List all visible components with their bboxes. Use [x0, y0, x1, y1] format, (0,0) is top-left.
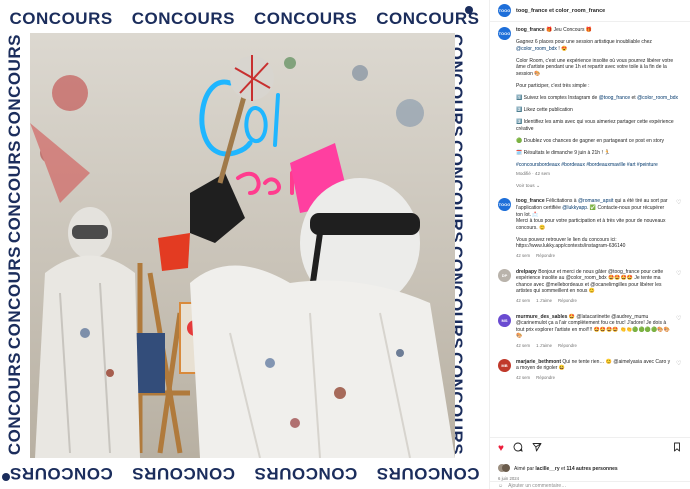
- caption-step: 3️⃣ Identifiez les amis avec qui vous ai…: [516, 119, 674, 132]
- reply-button[interactable]: Répondre: [558, 298, 577, 305]
- share-icon[interactable]: [532, 442, 542, 455]
- caption-step: 1️⃣ Suivez les comptes Instagram de @too…: [516, 95, 682, 102]
- mention-link[interactable]: @color_room_bdx: [516, 46, 557, 52]
- post-caption: TOOG toog_france 🎁 Jeu Concours 🎁 Gagnez…: [498, 27, 682, 177]
- banner-word: CONCOURS: [5, 139, 24, 243]
- corner-dot: [465, 6, 473, 14]
- caption-hashtags[interactable]: #concoursbordeaux #bordeaux #bordeauxmav…: [516, 162, 682, 169]
- banner-word: CONCOURS: [5, 33, 24, 137]
- post-action-bar: ♥: [490, 437, 690, 459]
- caption-text: Gagnez 6 places pour une session artisti…: [516, 39, 652, 46]
- heart-outline-icon[interactable]: ♡: [676, 200, 682, 206]
- comment-likes[interactable]: 1 J'aime: [536, 343, 552, 350]
- concours-banner-bottom: CONCOURS CONCOURS CONCOURS CONCOURS: [0, 457, 489, 489]
- reply-button[interactable]: Répondre: [558, 343, 577, 350]
- banner-word: CONCOURS: [376, 464, 480, 483]
- caption-paragraph: Gagnez 6 places pour une session artisti…: [516, 39, 682, 52]
- mention-link[interactable]: @color_room_bdx: [637, 95, 678, 101]
- comment-time: 42 sem: [516, 298, 531, 304]
- add-comment-bar: ☺ Ajouter un commentaire…: [490, 481, 690, 489]
- banner-word: CONCOURS: [5, 352, 24, 456]
- comment-likes[interactable]: 1 J'aime: [536, 298, 552, 305]
- liker-avatars: [498, 464, 510, 474]
- comment-username[interactable]: drelpapy: [516, 269, 537, 275]
- banner-word: CONCOURS: [254, 9, 358, 28]
- likes-text: et: [559, 466, 567, 472]
- comment-text: Félicitations à: [546, 198, 578, 205]
- avatar[interactable]: TOOG: [498, 198, 511, 212]
- avatar[interactable]: TOOG: [498, 27, 511, 40]
- comment: MB marjarie_bethmont Qui ne tente rien… …: [498, 358, 682, 382]
- banner-word: CONCOURS: [9, 464, 113, 483]
- post-authors[interactable]: toog_france et color_room_france: [516, 8, 605, 14]
- comment-username[interactable]: marjarie_bethmont: [516, 359, 561, 365]
- heart-outline-icon[interactable]: ♡: [676, 316, 682, 322]
- emoji-icon[interactable]: ☺: [498, 483, 503, 489]
- caption-headline: 🎁 Jeu Concours 🎁: [546, 27, 593, 33]
- post-media[interactable]: CONCOURS CONCOURS CONCOURS CONCOURS CONC…: [0, 0, 489, 489]
- heart-outline-icon[interactable]: ♡: [676, 271, 682, 277]
- avatar[interactable]: DP: [498, 268, 511, 282]
- banner-word: CONCOURS: [9, 9, 113, 28]
- see-all-translations-link[interactable]: Voir tous ⌄: [516, 184, 682, 189]
- bookmark-icon[interactable]: [672, 442, 682, 455]
- likes-count[interactable]: 114 autres personnes: [567, 466, 618, 472]
- likes-summary[interactable]: Aimé par lacille__ry et 114 autres perso…: [490, 464, 690, 474]
- banner-word: CONCOURS: [131, 9, 235, 28]
- comment: MS murmure_des_sables 🤩 @latacariinette …: [498, 313, 682, 350]
- comments-scroll-area[interactable]: TOOG toog_france 🎁 Jeu Concours 🎁 Gagnez…: [490, 23, 690, 437]
- corner-dot: [2, 473, 10, 481]
- avatar[interactable]: MB: [498, 358, 511, 372]
- caption-text: ! 😍: [556, 45, 568, 52]
- post-side-panel: TOOG toog_france et color_room_france TO…: [489, 0, 690, 489]
- comment-username[interactable]: toog_france: [516, 198, 545, 204]
- mention-link[interactable]: @romane_apsit: [578, 198, 613, 204]
- likes-text: Aimé par: [514, 466, 536, 472]
- comment: DP drelpapy Bonjour et merci de nous gât…: [498, 268, 682, 305]
- avatar[interactable]: MS: [498, 313, 511, 327]
- mention-link[interactable]: @toog_france: [599, 95, 630, 101]
- concours-banner-left: CONCOURS CONCOURS CONCOURS CONCOURS: [2, 32, 28, 457]
- heart-outline-icon[interactable]: ♡: [676, 361, 682, 367]
- comment-time: 42 sem: [516, 374, 531, 380]
- concours-banner-top: CONCOURS CONCOURS CONCOURS CONCOURS: [0, 3, 489, 35]
- caption-paragraph: Pour participer, c'est très simple :: [516, 83, 590, 90]
- comment-time: 42 sem: [516, 343, 531, 348]
- post-header: TOOG toog_france et color_room_france: [490, 0, 690, 22]
- banner-word: CONCOURS: [254, 464, 358, 483]
- mention-link[interactable]: @lukkyapp: [562, 205, 587, 211]
- caption-paragraph: Color Room, c'est une expérience insolit…: [516, 57, 674, 77]
- add-comment-input[interactable]: Ajouter un commentaire…: [508, 483, 566, 489]
- comment-username[interactable]: murmure_des_sables: [516, 314, 567, 320]
- heart-filled-icon[interactable]: ♥: [498, 443, 504, 454]
- artists-painting-illustration: [30, 55, 455, 458]
- caption-meta: Modifié · 42 sem: [516, 170, 550, 176]
- banner-word: CONCOURS: [376, 9, 480, 28]
- banner-word: CONCOURS: [5, 246, 24, 350]
- comment-text: Bonjour et merci de nous gâter @toog_fra…: [516, 268, 664, 295]
- reply-button[interactable]: Répondre: [536, 375, 555, 382]
- comment: TOOG toog_france Félicitations à @romane…: [498, 198, 682, 259]
- comment-text: Vous pouvez retrouver le lien du concour…: [516, 236, 626, 250]
- post-photo: [30, 33, 455, 458]
- caption-step: 🗓️ Résultats le dimanche 9 juin à 21h ! …: [516, 150, 611, 157]
- comment-time: 42 sem: [516, 253, 531, 259]
- avatar[interactable]: TOOG: [498, 4, 511, 17]
- comment-text: Merci à tous pour votre participation et…: [516, 218, 666, 231]
- reply-button[interactable]: Répondre: [536, 253, 555, 260]
- banner-word: CONCOURS: [131, 464, 235, 483]
- caption-text: 1️⃣ Suivez les comptes Instagram de: [516, 95, 599, 102]
- caption-step: 2️⃣ Likez cette publication: [516, 107, 573, 114]
- caption-step: 🟢 Doublez vos chances de gagner en parta…: [516, 138, 664, 145]
- caption-username[interactable]: toog_france: [516, 27, 545, 33]
- liker-username[interactable]: lacille__ry: [535, 466, 559, 472]
- comment-icon[interactable]: [513, 442, 523, 455]
